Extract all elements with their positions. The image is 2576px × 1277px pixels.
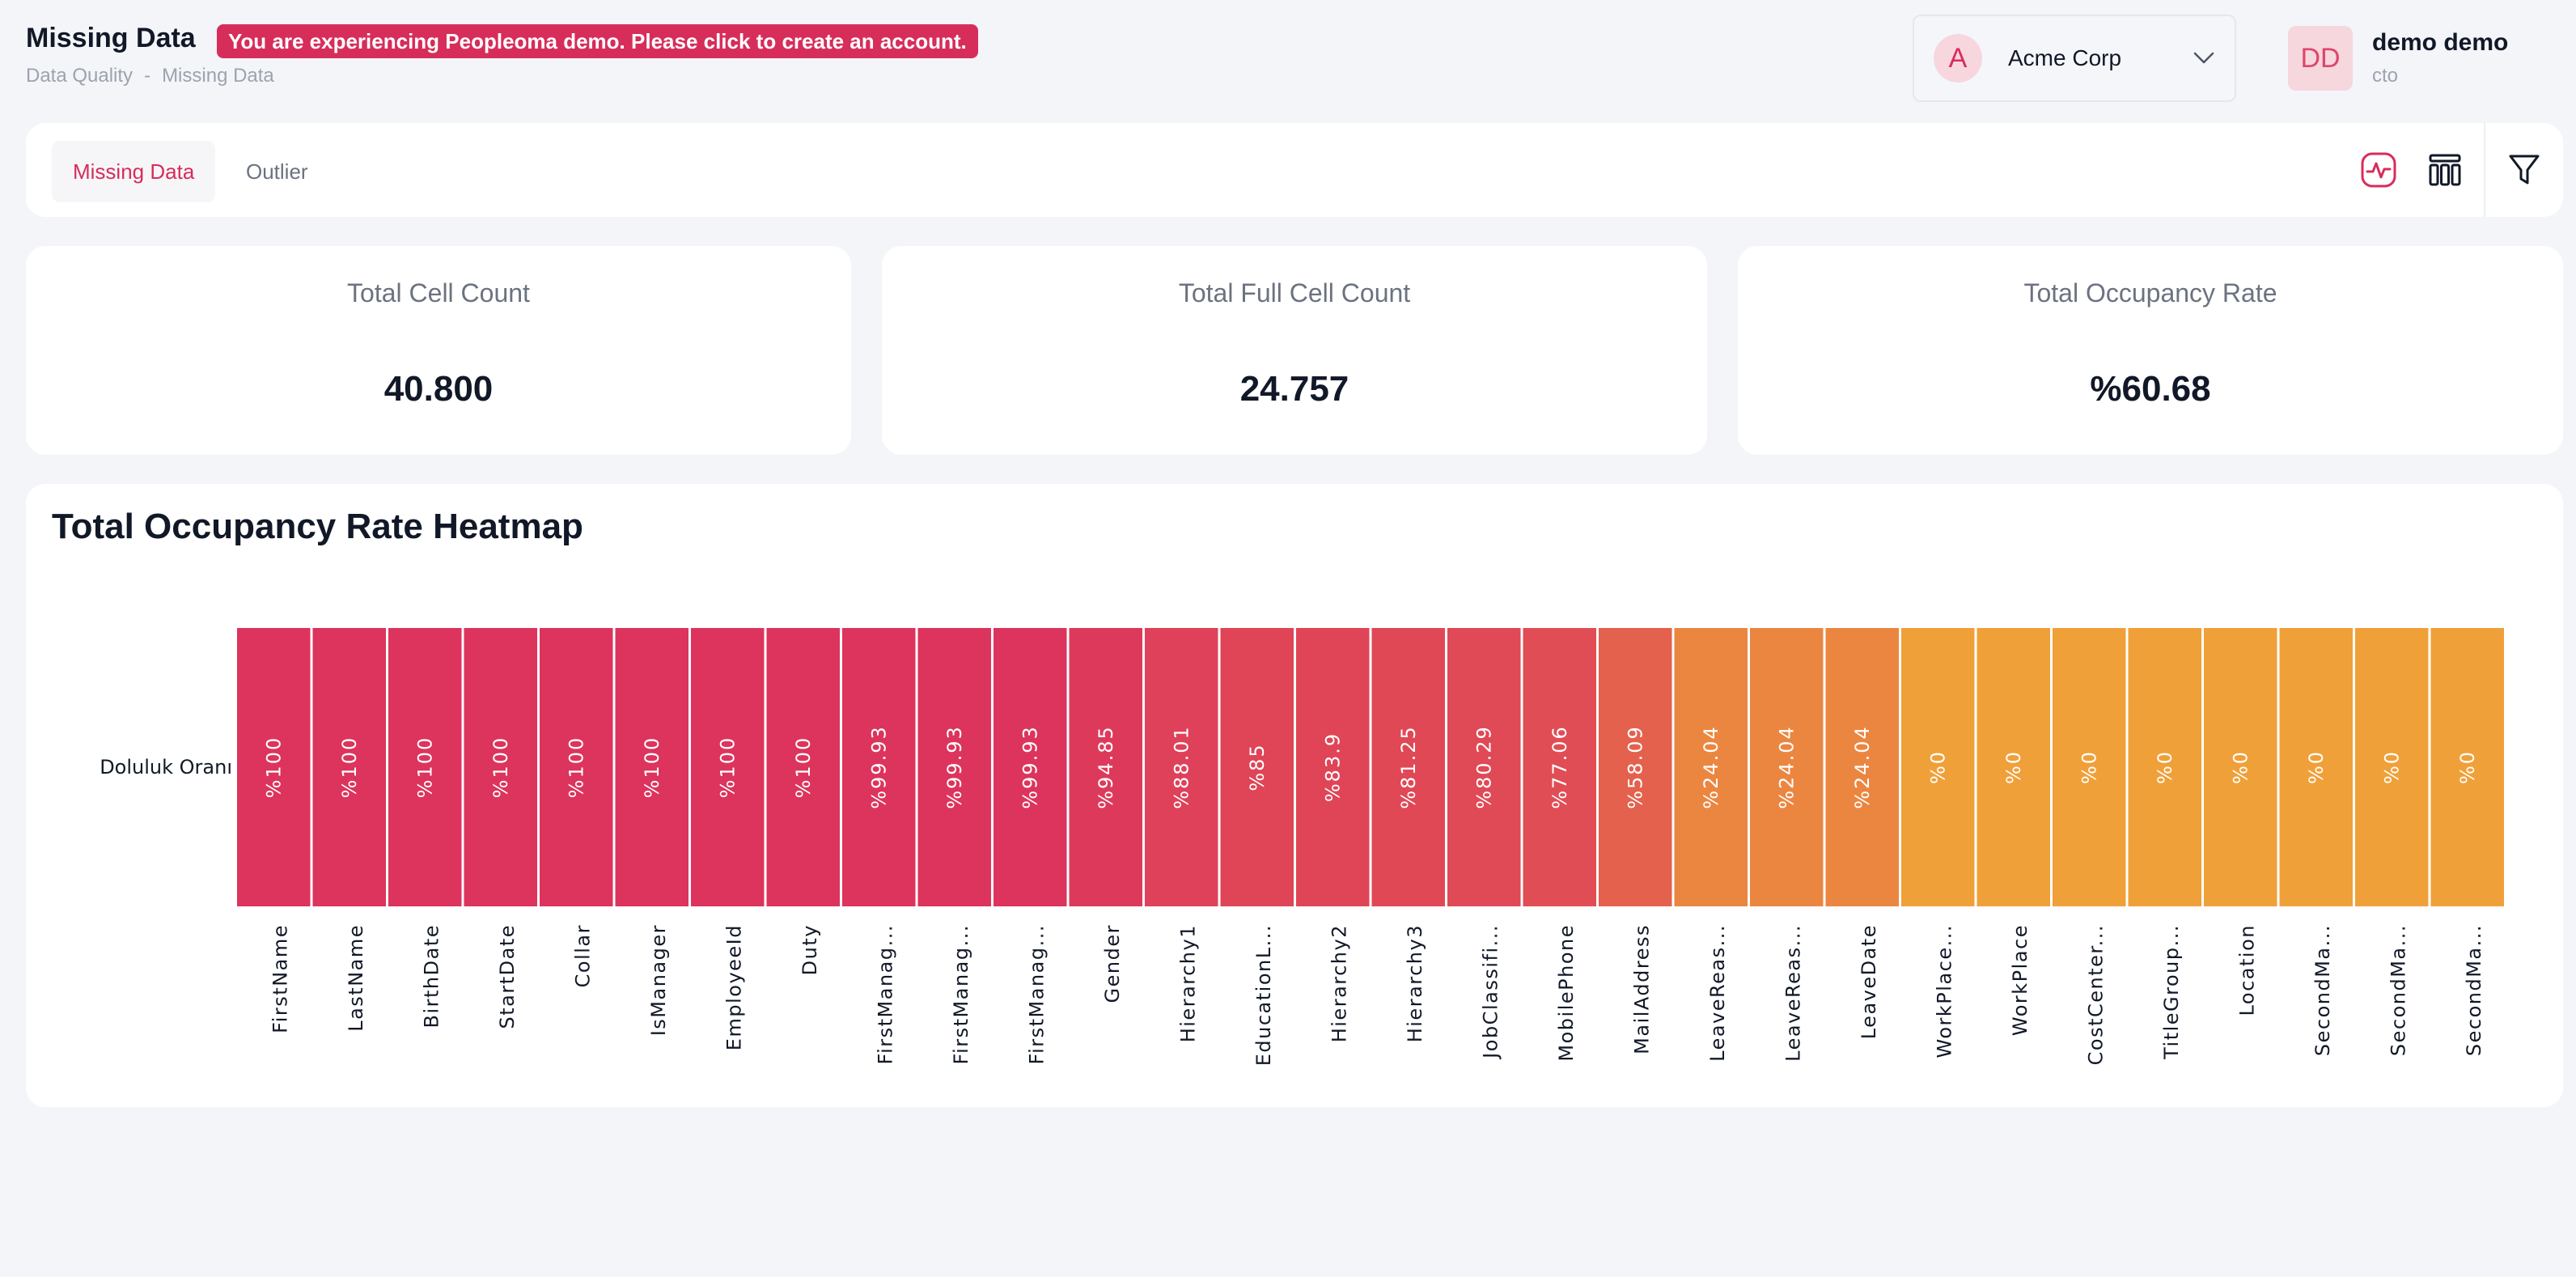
breadcrumb-item-data-quality[interactable]: Data Quality [26, 65, 133, 87]
tab-missing-data[interactable]: Missing Data [52, 141, 216, 202]
heatmap-cell-value: %0 [2229, 750, 2252, 784]
heatmap-column-label: Hierarchy3 [1404, 924, 1426, 1042]
heatmap-cell-value: %100 [413, 736, 436, 799]
heatmap-cell-value: %85 [1246, 743, 1269, 791]
tab-outlier[interactable]: Outlier [225, 141, 329, 202]
heatmap-column-label: Gender [1101, 924, 1124, 1003]
company-avatar: A [1934, 34, 1982, 83]
stat-label: Total Full Cell Count [1178, 278, 1411, 308]
heatmap-cell-value: %0 [2002, 750, 2025, 784]
heatmap-column-label: JobClassifi... [1479, 924, 1502, 1060]
heatmap-column-label: LastName [345, 924, 367, 1032]
company-name: Acme Corp [2008, 45, 2122, 70]
heatmap-column-label: MailAddress [1630, 924, 1653, 1054]
company-select[interactable]: A Acme Corp [1913, 15, 2236, 102]
heatmap-cell-value: %24.04 [1851, 725, 1874, 809]
heatmap-cell-value: %0 [2078, 750, 2100, 784]
heatmap-cell-value: %100 [641, 736, 663, 799]
heatmap-column-label: BirthDate [420, 924, 443, 1028]
breadcrumb-separator: - [144, 65, 151, 87]
tabs-bar: Missing Data Outlier [26, 123, 2563, 217]
heatmap-column-label: FirstManag... [950, 924, 972, 1064]
heatmap-cell-value: %24.04 [1700, 725, 1722, 809]
heatmap-cell-value: %100 [716, 736, 739, 799]
heatmap-cell-value: %0 [1926, 750, 1949, 784]
heatmap-cell-value: %100 [338, 736, 361, 799]
heatmap-column-label: FirstManag... [874, 924, 896, 1064]
page-title: Missing Data [26, 23, 196, 53]
page-header: Missing Data You are experiencing People… [26, 15, 2550, 104]
heatmap-column-label: SecondMa... [2311, 924, 2334, 1056]
heatmap-column-label: MobilePhone [1555, 924, 1578, 1062]
columns-icon[interactable] [2422, 147, 2468, 193]
heatmap-column-label: Hierarchy1 [1176, 924, 1199, 1042]
heatmap-cell-value: %100 [262, 736, 285, 799]
heatmap-column-label: WorkPlace... [1933, 924, 1955, 1058]
breadcrumb-item-missing-data: Missing Data [162, 65, 274, 87]
user-menu[interactable]: DD demo demo cto [2288, 26, 2555, 91]
heatmap-column-label: FirstManag... [1025, 924, 1048, 1064]
chevron-down-icon [2193, 47, 2215, 70]
heatmap-column-label: WorkPlace [2009, 924, 2032, 1036]
breadcrumb: Data Quality - Missing Data [26, 65, 274, 87]
heatmap-column-label: Hierarchy2 [1328, 924, 1350, 1042]
heatmap-cell-value: %100 [792, 736, 815, 799]
heatmap-cell-value: %58.09 [1624, 725, 1646, 809]
stat-card-total-occupancy-rate: Total Occupancy Rate %60.68 [1738, 246, 2563, 455]
heatmap-column-label: SecondMa... [2463, 924, 2485, 1056]
heatmap-column-label: LeaveDate [1858, 924, 1880, 1039]
stat-label: Total Occupancy Rate [2023, 278, 2277, 308]
stat-card-total-full-cell-count: Total Full Cell Count 24.757 [882, 246, 1707, 455]
stat-label: Total Cell Count [347, 278, 530, 308]
heatmap-column-label: StartDate [496, 924, 519, 1029]
heatmap-column-label: FirstName [269, 924, 291, 1033]
heatmap-column-label: CostCenter... [2084, 924, 2107, 1065]
heatmap-column-label: EducationL... [1252, 924, 1275, 1066]
heatmap-cell-value: %100 [489, 736, 512, 799]
avatar: DD [2288, 26, 2353, 91]
heatmap-cell-value: %0 [2380, 750, 2403, 784]
stat-value: 40.800 [383, 369, 494, 409]
heatmap-cell-value: %77.06 [1549, 725, 1571, 809]
stat-card-total-cell-count: Total Cell Count 40.800 [26, 246, 851, 455]
heatmap-column-label: EmployeeId [722, 924, 745, 1050]
heatmap-column-label: TitleGroup... [2160, 924, 2183, 1060]
heatmap-column-label: Duty [799, 924, 821, 975]
user-info: demo demo cto [2372, 29, 2508, 87]
heatmap-card: Total Occupancy Rate Heatmap Doluluk Ora… [26, 484, 2563, 1107]
heatmap-column-label: LeaveReas... [1706, 924, 1729, 1062]
heatmap-cell-value: %94.85 [1095, 725, 1117, 809]
heatmap-column-label: SecondMa... [2387, 924, 2409, 1056]
heatmap-cell-value: %83.9 [1321, 732, 1344, 802]
chart-icon[interactable] [2356, 147, 2401, 193]
heatmap-cell-value: %81.25 [1397, 725, 1420, 809]
heatmap-cell-value: %100 [565, 736, 587, 799]
heatmap-cell-value: %99.93 [943, 725, 966, 809]
heatmap-column-label: IsManager [647, 924, 670, 1036]
heatmap-cell-value: %80.29 [1472, 725, 1495, 809]
heatmap-row-label: Doluluk Oranı [100, 756, 232, 779]
heatmap-cell-value: %99.93 [1019, 725, 1041, 809]
user-role: cto [2372, 65, 2399, 87]
user-name: demo demo [2372, 29, 2509, 56]
heatmap-cell-value: %99.93 [867, 725, 890, 809]
heatmap-cell-value: %24.04 [1775, 725, 1798, 809]
heatmap-column-label: Collar [571, 924, 594, 987]
heatmap-cell-value: %0 [2305, 750, 2328, 784]
heatmap-column-label: Location [2235, 924, 2258, 1016]
filter-icon[interactable] [2502, 147, 2547, 193]
heatmap-chart: Doluluk Oranı %100 FirstName %100 LastName %1… [100, 628, 2504, 1066]
demo-banner[interactable]: You are experiencing Peopleoma demo. Ple… [217, 24, 978, 58]
stat-value: %60.68 [2090, 369, 2211, 409]
heatmap-cell-value: %0 [2154, 750, 2176, 784]
heatmap-cell-value: %0 [2456, 750, 2479, 784]
stat-value: 24.757 [1239, 369, 1349, 409]
toolbar-divider [2484, 123, 2485, 217]
heatmap-column-label: LeaveReas... [1782, 924, 1804, 1062]
heatmap-cell-value: %88.01 [1170, 725, 1193, 809]
